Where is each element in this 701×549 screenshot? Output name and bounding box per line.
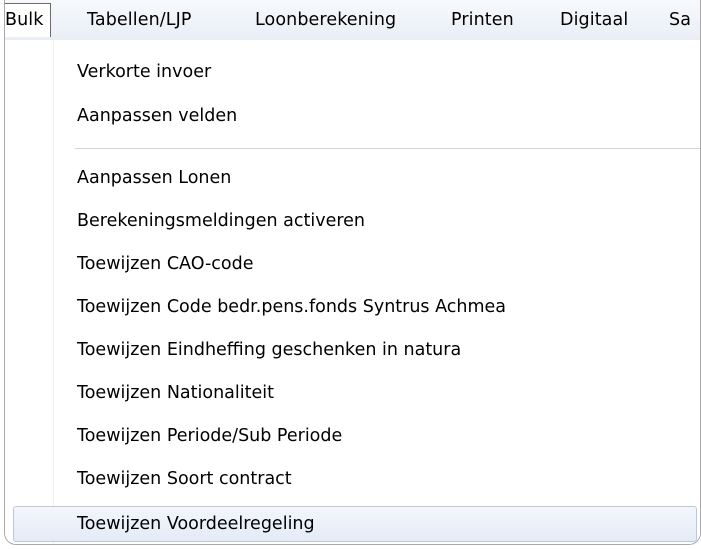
menu-item-toewijzen-cao-code[interactable]: Toewijzen CAO-code xyxy=(13,246,697,282)
menu-item-label: Aanpassen velden xyxy=(77,106,238,126)
menu-item-berekeningsmeldingen[interactable]: Berekeningsmeldingen activeren xyxy=(13,203,697,239)
menu-item-toewijzen-eindheffing[interactable]: Toewijzen Eindheffing geschenken in natu… xyxy=(13,332,697,368)
menu-item-label: Aanpassen Lonen xyxy=(77,168,232,188)
bulk-dropdown-menu: Verkorte invoer Aanpassen velden Aanpass… xyxy=(5,40,700,544)
menu-item-label: Toewijzen CAO-code xyxy=(77,254,254,274)
menu-item-verkorte-invoer[interactable]: Verkorte invoer xyxy=(13,54,697,90)
menu-bar: Bulk Tabellen/LJP Loonberekening Printen… xyxy=(5,0,700,41)
menu-item-label: Verkorte invoer xyxy=(77,62,212,82)
menu-item-aanpassen-velden[interactable]: Aanpassen velden xyxy=(13,98,697,134)
menubar-item-label: Loonberekening xyxy=(255,10,397,30)
menu-item-toewijzen-code-pensioenfonds[interactable]: Toewijzen Code bedr.pens.fonds Syntrus A… xyxy=(13,289,697,325)
menubar-item-tabellen[interactable]: Tabellen/LJP xyxy=(87,0,192,40)
menubar-item-label: Tabellen/LJP xyxy=(87,10,192,30)
menu-item-aanpassen-lonen[interactable]: Aanpassen Lonen xyxy=(13,160,697,196)
menu-item-label: Toewijzen Periode/Sub Periode xyxy=(77,426,343,446)
menubar-item-loonberekening[interactable]: Loonberekening xyxy=(255,0,396,40)
menubar-item-sa[interactable]: Sa xyxy=(669,0,691,40)
menu-item-toewijzen-voordeelregeling[interactable]: Toewijzen Voordeelregeling xyxy=(13,506,697,542)
menubar-item-label: Printen xyxy=(451,10,514,30)
menubar-item-bulk[interactable]: Bulk xyxy=(5,3,51,37)
menu-item-label: Toewijzen Eindheffing geschenken in natu… xyxy=(77,340,462,360)
menubar-item-label: Bulk xyxy=(5,10,44,30)
menu-item-toewijzen-nationaliteit[interactable]: Toewijzen Nationaliteit xyxy=(13,375,697,411)
menu-item-toewijzen-periode[interactable]: Toewijzen Periode/Sub Periode xyxy=(13,418,697,454)
menubar-item-label: Sa xyxy=(669,10,692,30)
menu-item-toewijzen-soort-contract[interactable]: Toewijzen Soort contract xyxy=(13,461,697,497)
menu-item-label: Toewijzen Voordeelregeling xyxy=(77,514,315,534)
menu-item-label: Toewijzen Nationaliteit xyxy=(77,383,274,403)
menubar-item-printen[interactable]: Printen xyxy=(451,0,514,40)
menubar-item-label: Digitaal xyxy=(560,10,629,30)
menu-item-label: Toewijzen Code bedr.pens.fonds Syntrus A… xyxy=(77,297,507,317)
menu-item-label: Berekeningsmeldingen activeren xyxy=(77,211,366,231)
menu-item-label: Toewijzen Soort contract xyxy=(77,469,292,489)
menu-separator xyxy=(75,148,700,152)
menubar-item-digitaal[interactable]: Digitaal xyxy=(560,0,628,40)
window-frame: Bulk Tabellen/LJP Loonberekening Printen… xyxy=(4,0,701,545)
